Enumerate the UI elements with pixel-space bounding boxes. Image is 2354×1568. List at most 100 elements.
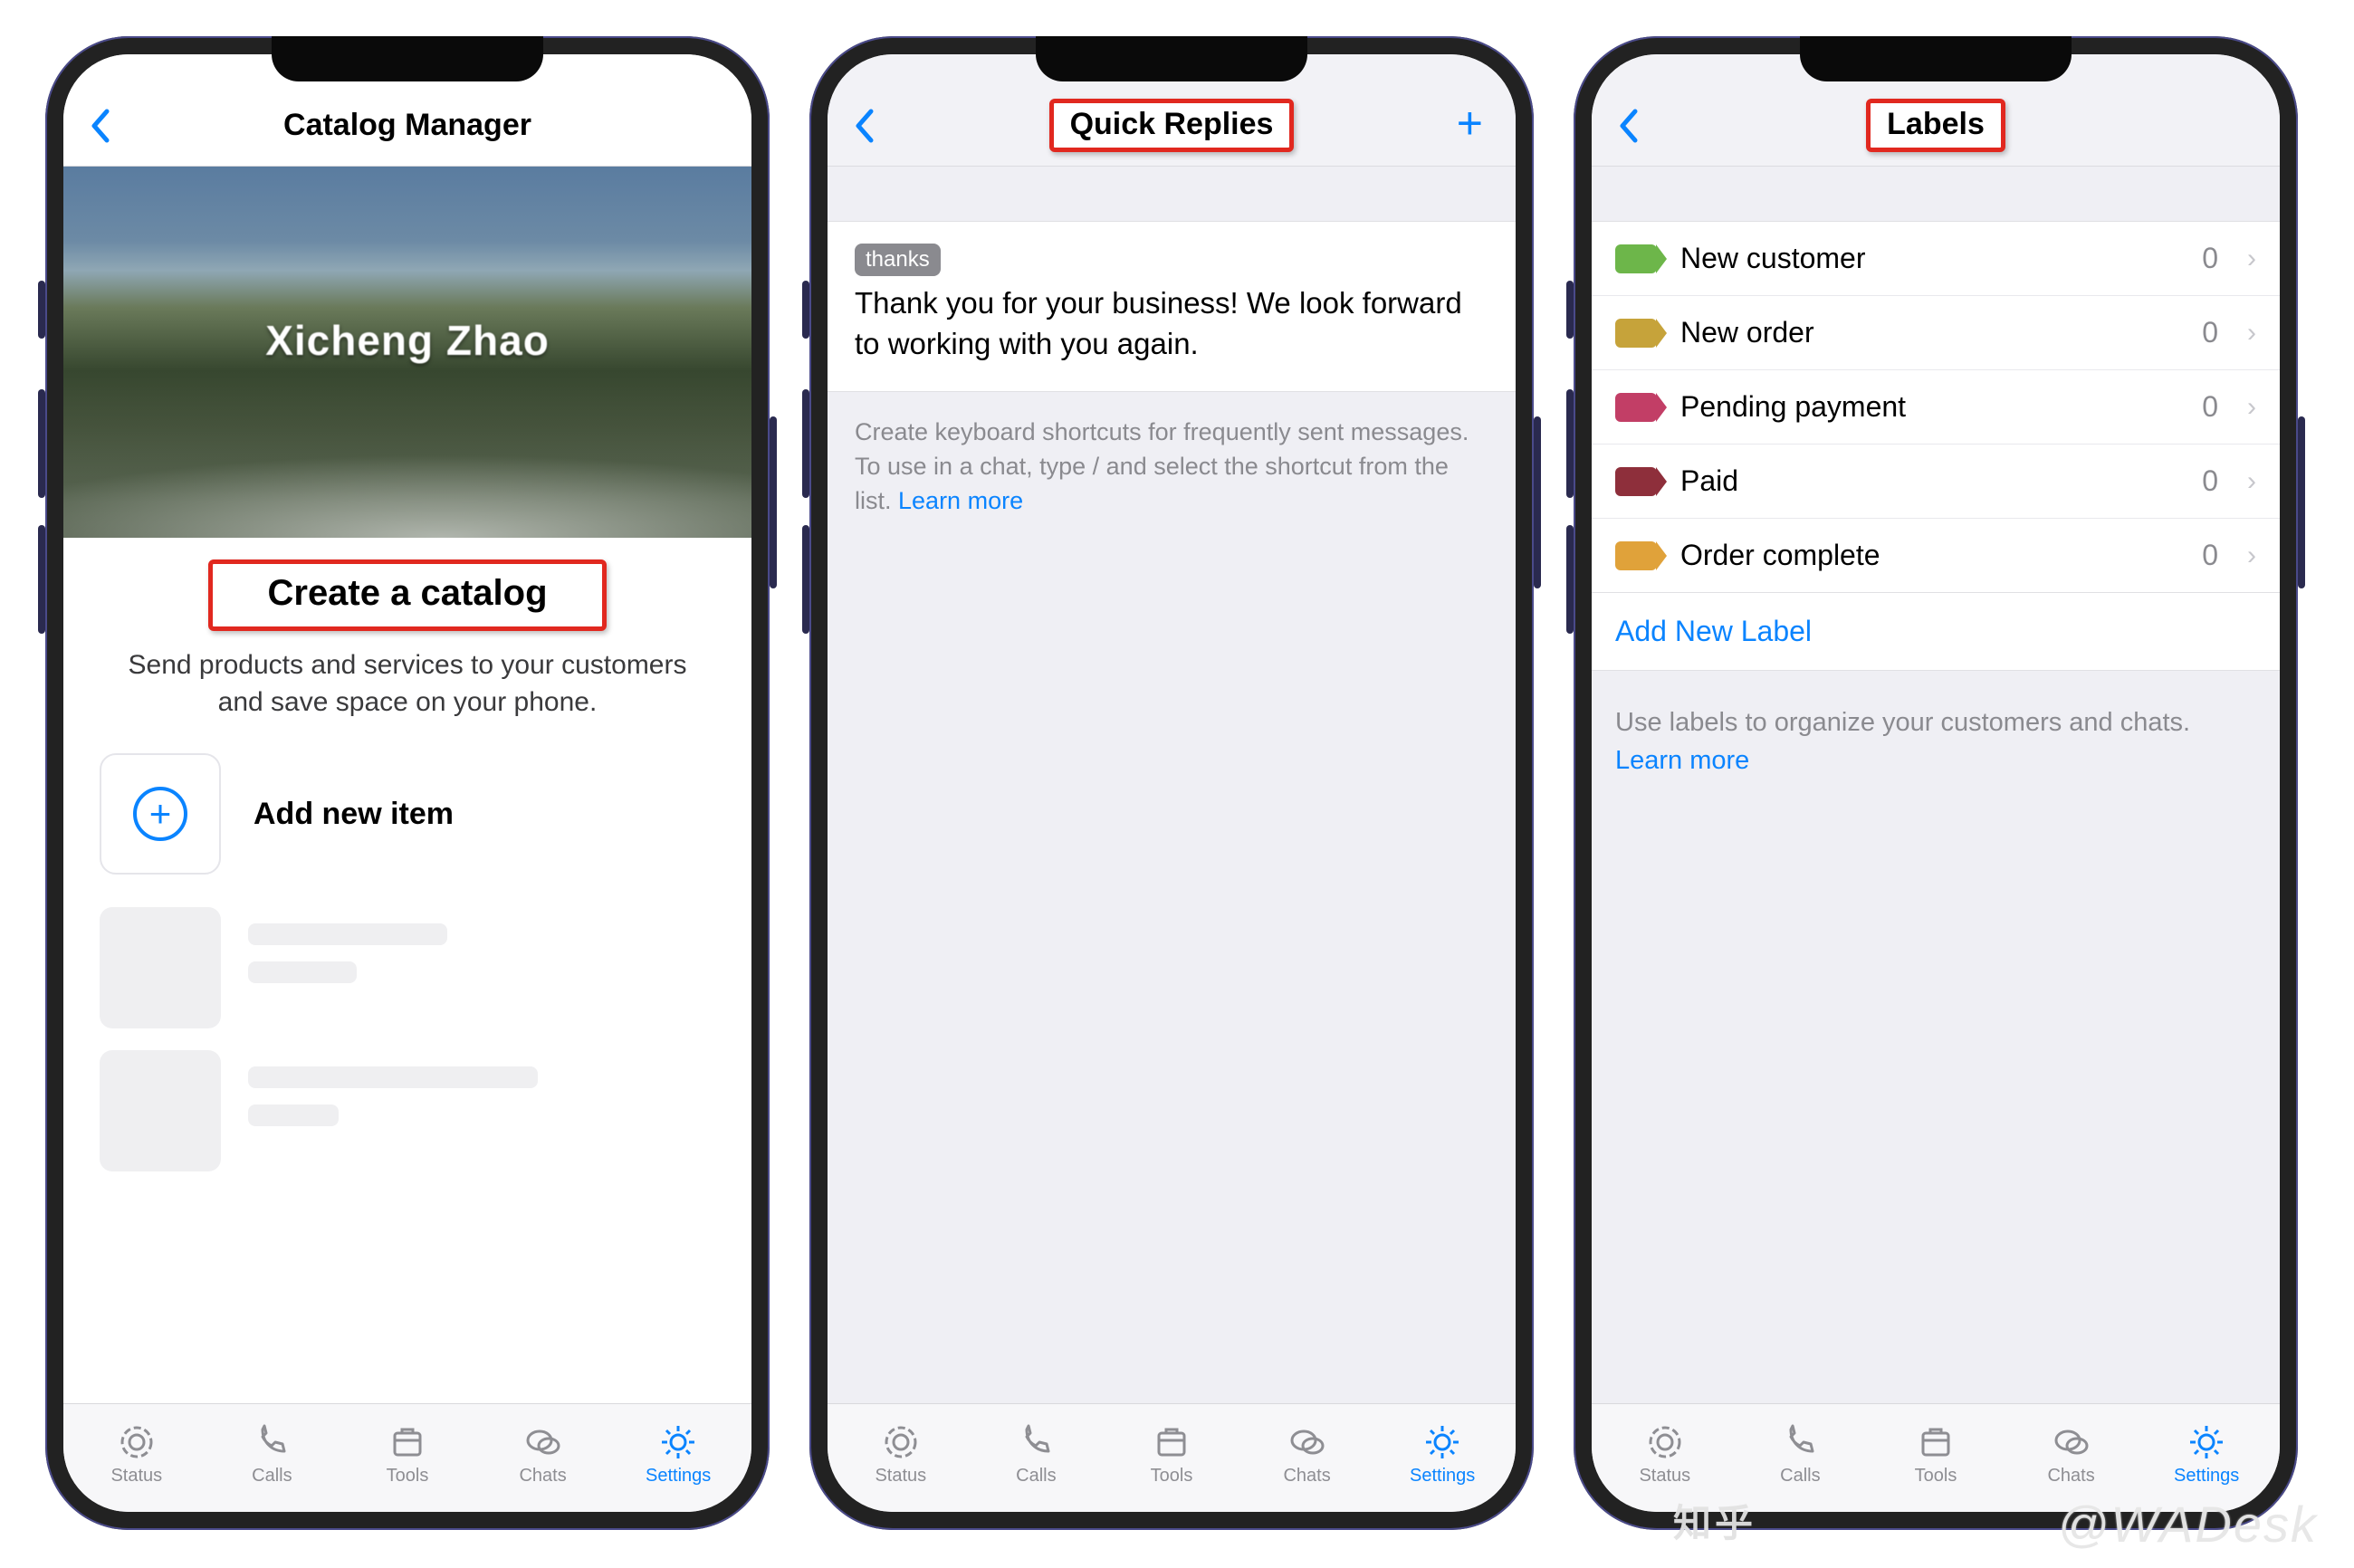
help-text: Use labels to organize your customers an… — [1592, 671, 2280, 812]
tab-calls[interactable]: Calls — [222, 1422, 321, 1487]
label-count: 0 — [2202, 242, 2218, 275]
add-button[interactable]: + — [1457, 97, 1483, 149]
tab-label: Chats — [1283, 1466, 1330, 1487]
quick-reply-item[interactable]: thanks Thank you for your business! We l… — [828, 221, 1516, 392]
label-count: 0 — [2202, 390, 2218, 424]
tab-settings[interactable]: Settings — [628, 1422, 728, 1487]
skeleton-item — [100, 1050, 715, 1171]
tab-label: Status — [1639, 1466, 1690, 1487]
tools-icon — [1150, 1422, 1193, 1462]
settings-icon — [1421, 1422, 1464, 1462]
plus-circle-icon: + — [133, 787, 187, 841]
tab-label: Tools — [387, 1466, 429, 1487]
tools-icon — [1914, 1422, 1957, 1462]
tab-calls[interactable]: Calls — [986, 1422, 1086, 1487]
back-button[interactable] — [853, 108, 875, 144]
add-item-label: Add new item — [254, 797, 454, 832]
label-name: Pending payment — [1680, 390, 2178, 424]
tabbar: Status Calls Tools Chats Settings — [63, 1403, 751, 1512]
label-color-icon — [1615, 393, 1657, 422]
tab-label: Tools — [1915, 1466, 1957, 1487]
calls-icon — [1014, 1422, 1057, 1462]
chats-icon — [522, 1422, 565, 1462]
label-name: Paid — [1680, 464, 2178, 498]
tab-label: Settings — [1410, 1466, 1475, 1487]
chevron-right-icon: › — [2247, 318, 2256, 349]
tabbar: Status Calls Tools Chats Settings — [828, 1403, 1516, 1512]
label-row[interactable]: Pending payment 0 › — [1592, 369, 2280, 444]
calls-icon — [250, 1422, 293, 1462]
learn-more-link[interactable]: Learn more — [1615, 746, 1749, 775]
add-new-label-button[interactable]: Add New Label — [1592, 593, 2280, 671]
tab-label: Chats — [519, 1466, 566, 1487]
label-row[interactable]: New order 0 › — [1592, 295, 2280, 369]
header-title: Labels — [1866, 99, 2005, 152]
label-row[interactable]: Order complete 0 › — [1592, 518, 2280, 592]
tab-label: Tools — [1151, 1466, 1193, 1487]
skeleton-item — [100, 907, 715, 1028]
tab-label: Status — [875, 1466, 926, 1487]
header-labels: Labels — [1592, 54, 2280, 167]
business-name: Xicheng Zhao — [63, 316, 751, 365]
tab-chats[interactable]: Chats — [493, 1422, 593, 1487]
tab-label: Settings — [2174, 1466, 2239, 1487]
status-icon — [115, 1422, 158, 1462]
phone-frame-quickreplies: Quick Replies + thanks Thank you for you… — [809, 36, 1534, 1530]
label-name: New order — [1680, 316, 2178, 349]
tab-status[interactable]: Status — [87, 1422, 187, 1487]
quick-reply-tag: thanks — [855, 244, 941, 276]
add-new-item-button[interactable]: + Add new item — [100, 721, 715, 907]
tools-icon — [386, 1422, 429, 1462]
label-name: Order complete — [1680, 539, 2178, 572]
tab-chats[interactable]: Chats — [1258, 1422, 1357, 1487]
settings-icon — [2185, 1422, 2228, 1462]
status-icon — [1643, 1422, 1687, 1462]
header-title: Catalog Manager — [283, 108, 531, 143]
tab-tools[interactable]: Tools — [1122, 1422, 1221, 1487]
label-row[interactable]: Paid 0 › — [1592, 444, 2280, 518]
create-catalog-button[interactable]: Create a catalog — [208, 559, 606, 631]
chevron-right-icon: › — [2247, 466, 2256, 497]
label-color-icon — [1615, 541, 1657, 570]
back-button[interactable] — [1617, 108, 1639, 144]
header-catalog: Catalog Manager — [63, 54, 751, 167]
chats-icon — [1286, 1422, 1329, 1462]
chats-icon — [2050, 1422, 2093, 1462]
catalog-subtext: Send products and services to your custo… — [105, 647, 710, 721]
tabbar: Status Calls Tools Chats Settings — [1592, 1403, 2280, 1512]
tab-settings[interactable]: Settings — [1392, 1422, 1492, 1487]
chevron-right-icon: › — [2247, 392, 2256, 423]
tab-status[interactable]: Status — [851, 1422, 951, 1487]
label-count: 0 — [2202, 316, 2218, 349]
status-icon — [879, 1422, 923, 1462]
phone-frame-catalog: Catalog Manager Xicheng Zhao Create a ca… — [45, 36, 770, 1530]
label-name: New customer — [1680, 242, 2178, 275]
tab-label: Calls — [252, 1466, 292, 1487]
header-quick-replies: Quick Replies + — [828, 54, 1516, 167]
chevron-right-icon: › — [2247, 540, 2256, 571]
catalog-hero-image: Xicheng Zhao — [63, 167, 751, 538]
label-color-icon — [1615, 467, 1657, 496]
tab-label: Calls — [1780, 1466, 1820, 1487]
label-row[interactable]: New customer 0 › — [1592, 222, 2280, 295]
label-color-icon — [1615, 244, 1657, 273]
header-title: Quick Replies — [1049, 99, 1295, 152]
tab-status[interactable]: Status — [1615, 1422, 1715, 1487]
label-color-icon — [1615, 319, 1657, 348]
quick-reply-text: Thank you for your business! We look for… — [855, 283, 1488, 364]
tab-tools[interactable]: Tools — [358, 1422, 457, 1487]
label-count: 0 — [2202, 464, 2218, 498]
plus-square-icon: + — [100, 753, 221, 875]
chevron-right-icon: › — [2247, 244, 2256, 274]
tab-calls[interactable]: Calls — [1750, 1422, 1850, 1487]
label-count: 0 — [2202, 539, 2218, 572]
tab-settings[interactable]: Settings — [2157, 1422, 2256, 1487]
learn-more-link[interactable]: Learn more — [898, 487, 1023, 514]
tab-tools[interactable]: Tools — [1886, 1422, 1986, 1487]
tab-chats[interactable]: Chats — [2022, 1422, 2121, 1487]
help-text: Create keyboard shortcuts for frequently… — [828, 392, 1516, 541]
label-list: New customer0›New order0›Pending payment… — [1592, 221, 2280, 593]
tab-label: Settings — [646, 1466, 711, 1487]
settings-icon — [656, 1422, 700, 1462]
back-button[interactable] — [89, 108, 110, 144]
